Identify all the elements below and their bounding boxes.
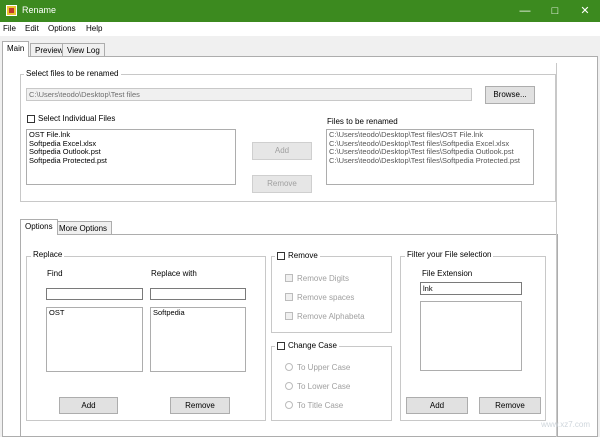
menu-edit[interactable]: Edit (25, 24, 39, 33)
find-input[interactable] (46, 288, 143, 300)
title-case-radio[interactable] (285, 401, 293, 409)
tab-options[interactable]: Options (20, 219, 58, 235)
remove-checkbox[interactable] (277, 251, 285, 260)
remove-files-button[interactable]: Remove (252, 175, 312, 193)
extension-list[interactable] (420, 301, 522, 371)
add-replace-button[interactable]: Add (59, 397, 118, 414)
menu-help[interactable]: Help (86, 24, 102, 33)
individual-files-list[interactable]: OST File.lnk Softpedia Excel.xlsx Softpe… (26, 129, 236, 185)
list-item[interactable]: OST (49, 308, 140, 318)
find-list[interactable]: OST (46, 307, 143, 372)
file-extension-label: File Extension (422, 269, 473, 278)
select-individual-checkbox[interactable] (27, 115, 35, 123)
list-item[interactable]: Softpedia (153, 308, 243, 318)
watermark-text: www.xz7.com (541, 420, 590, 429)
replace-group-label: Replace (31, 250, 65, 259)
tab-view-log[interactable]: View Log (62, 43, 105, 57)
minimize-button[interactable]: — (510, 0, 540, 22)
select-individual-label: Select Individual Files (38, 114, 116, 123)
maximize-button[interactable]: □ (540, 0, 570, 22)
app-icon (6, 5, 17, 16)
remove-digits-label: Remove Digits (297, 274, 350, 283)
select-files-group-label: Select files to be renamed (24, 69, 121, 78)
close-button[interactable]: ✕ (570, 0, 600, 22)
replace-with-list[interactable]: Softpedia (150, 307, 246, 372)
remove-group-header: Remove (275, 251, 320, 260)
files-to-rename-label: Files to be renamed (327, 117, 398, 126)
tab-more-options[interactable]: More Options (54, 221, 113, 235)
title-case-label: To Title Case (297, 401, 344, 410)
panel-divider (556, 63, 557, 437)
remove-extension-button[interactable]: Remove (479, 397, 541, 414)
change-case-label: Change Case (288, 341, 337, 350)
add-extension-button[interactable]: Add (406, 397, 468, 414)
menu-bar: File Edit Options Help (0, 22, 600, 36)
remove-spaces-label: Remove spaces (297, 293, 355, 302)
tab-main[interactable]: Main (2, 41, 30, 57)
replace-with-label: Replace with (151, 269, 197, 278)
browse-button[interactable]: Browse... (485, 86, 535, 104)
remove-label: Remove (288, 251, 318, 260)
remove-digits-checkbox[interactable] (285, 274, 293, 282)
remove-replace-button[interactable]: Remove (170, 397, 230, 414)
replace-with-input[interactable] (150, 288, 246, 300)
remove-spaces-checkbox[interactable] (285, 293, 293, 301)
folder-path-input[interactable]: C:\Users\teodo\Desktop\Test files (26, 88, 472, 101)
file-extension-input[interactable]: lnk (420, 282, 522, 295)
list-item[interactable]: C:\Users\teodo\Desktop\Test files\Softpe… (329, 156, 531, 166)
change-case-checkbox[interactable] (277, 341, 285, 350)
remove-alphabeta-checkbox[interactable] (285, 312, 293, 320)
remove-alphabeta-label: Remove Alphabeta (297, 312, 365, 321)
list-item[interactable]: Softpedia Protected.pst (29, 156, 233, 166)
menu-file[interactable]: File (3, 24, 16, 33)
title-bar: Rename — □ ✕ (0, 0, 600, 22)
upper-case-radio[interactable] (285, 363, 293, 371)
window-title: Rename (22, 5, 57, 15)
filter-group-label: Filter your File selection (405, 250, 494, 259)
change-case-group-header: Change Case (275, 341, 339, 350)
lower-case-radio[interactable] (285, 382, 293, 390)
add-files-button[interactable]: Add (252, 142, 312, 160)
upper-case-label: To Upper Case (297, 363, 351, 372)
menu-options[interactable]: Options (48, 24, 76, 33)
files-to-rename-list[interactable]: C:\Users\teodo\Desktop\Test files\OST Fi… (326, 129, 534, 185)
find-label: Find (47, 269, 63, 278)
lower-case-label: To Lower Case (297, 382, 351, 391)
